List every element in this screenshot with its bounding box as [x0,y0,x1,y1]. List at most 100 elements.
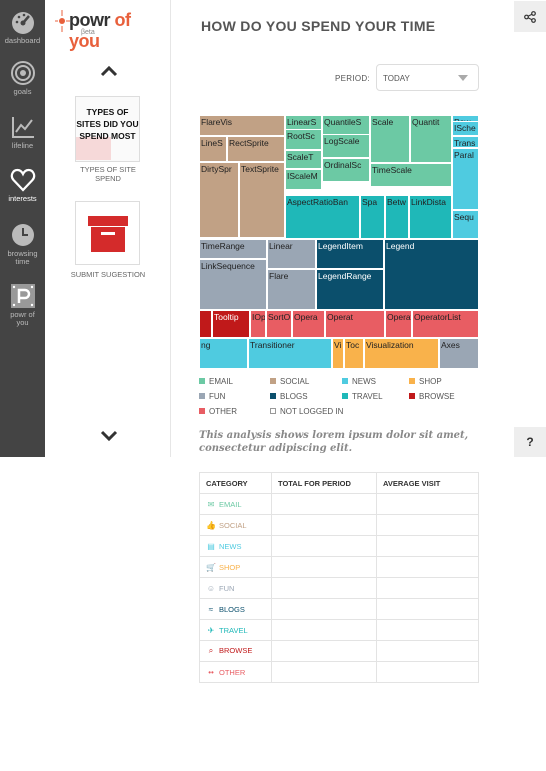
treemap-cell-email[interactable]: RootSc [285,129,322,150]
nav-item-browsing-time[interactable]: browsing time [0,222,45,266]
average-cell [376,640,479,662]
category-cell: 🛒 SHOP [199,556,272,578]
page-title: HOW DO YOU SPEND YOUR TIME [201,18,436,34]
treemap-cell-fun[interactable]: Linear [267,239,316,269]
treemap-cell-blogs[interactable]: Legend [384,239,479,310]
treemap-cell-travel[interactable]: AspectRatioBan [285,195,360,239]
envelope-icon: ✉ [207,499,215,509]
table-row[interactable]: ▤ NEWS [199,535,479,557]
brand-name-prefix: powr [69,10,115,30]
treemap-cell-shop[interactable]: Toc [344,338,364,369]
category-label: NEWS [219,541,242,551]
treemap-cell-fun[interactable]: Axes [439,338,479,369]
treemap-cell-news[interactable]: Trans [452,136,479,148]
treemap-cell-other[interactable]: OperatorList [412,310,479,338]
table-row[interactable]: 👍 SOCIAL [199,514,479,536]
treemap-cell-other[interactable]: Operat [325,310,385,338]
nav-item-goals[interactable]: goals [0,60,45,96]
nav-item-lifeline[interactable]: lifeline [0,114,45,150]
nav-item-dashboard[interactable]: dashboard [0,9,45,45]
category-label: EMAIL [219,499,242,509]
treemap-cell-browse[interactable]: Tooltip [212,310,250,338]
treemap-cell-email[interactable]: ScaleT [285,150,322,169]
treemap-cell-social[interactable]: TextSprite [239,162,285,238]
thumbs-up-icon: 👍 [206,520,216,530]
category-label: FUN [219,583,235,593]
legend-swatch [409,393,415,399]
legend-item-blogs: BLOGS [270,392,308,401]
legend-item-fun: FUN [199,392,225,401]
treemap-cell-shop[interactable]: Visualization [364,338,439,369]
treemap-cell-travel[interactable]: Spa [360,195,385,239]
table-row[interactable]: 🛒 SHOP [199,556,479,578]
category-label: SOCIAL [219,520,247,530]
nav-item-powr-of-you[interactable]: powr of you [0,283,45,327]
help-button[interactable]: ? [514,427,546,457]
brand-logo[interactable]: powr of you βeta [55,8,165,51]
period-select[interactable]: TODAY [376,64,479,91]
treemap-cell-news[interactable]: Paral [452,148,479,210]
category-label: OTHER [219,667,246,677]
table-row[interactable]: ≈ BLOGS [199,598,479,620]
treemap-cell-other[interactable]: OperatorSe [385,310,412,338]
types-of-sites-card[interactable]: TYPES OF SITES DID YOU SPEND MOST [75,96,140,162]
table-row[interactable]: ✉ EMAIL [199,493,479,515]
treemap-cell-social[interactable]: DirtySpr [199,162,239,238]
chevron-up-icon[interactable] [100,65,118,77]
average-cell [376,577,479,599]
treemap-cell-blogs[interactable]: LegendItem [316,239,384,269]
legend-label: FUN [209,392,226,401]
total-cell [271,556,377,578]
treemap-cell-social[interactable]: RectSprite [227,136,285,162]
legend-swatch [199,378,205,384]
table-body: ✉ EMAIL 👍 SOCIAL ▤ NEWS 🛒 SHOP ☺ FUN ≈ BLOGS ✈ TRAVEL… [199,493,479,683]
treemap-cell-news[interactable]: Sequ [452,210,479,239]
nav-item-interests[interactable]: interests [0,167,45,203]
archive-box-icon [88,216,128,252]
treemap-cell-travel[interactable]: LinkDista [409,195,452,239]
category-label: TRAVEL [219,625,248,635]
table-row[interactable]: ⌕ BROWSE [199,640,479,662]
treemap-cell-fun[interactable]: TimeRange [199,239,267,259]
share-button[interactable] [514,1,546,32]
treemap-cell-email[interactable]: IScaleM [285,169,322,190]
total-cell [271,619,377,641]
line-chart-icon [11,117,34,138]
treemap-cell-fun[interactable]: LinkSequence [199,259,267,310]
treemap-cell-email[interactable]: Quantit [410,115,452,163]
treemap-cell-email[interactable]: LogScale [322,134,370,158]
treemap-cell-social[interactable]: FlareVis [199,115,285,136]
table-row[interactable]: ☺ FUN [199,577,479,599]
treemap-cell-other[interactable]: IOp [250,310,266,338]
treemap-cell-browse[interactable] [199,310,212,338]
treemap-cell-travel[interactable]: Betw [385,195,409,239]
submit-suggestion-card[interactable] [75,201,140,265]
legend-swatch [199,408,205,414]
treemap-cell-shop[interactable]: Vi [332,338,344,369]
treemap-cell-email[interactable]: TimeScale [370,163,452,187]
legend-swatch [342,378,348,384]
types-of-sites-text: TYPES OF SITES DID YOU SPEND MOST [76,107,139,141]
treemap-cell-news[interactable]: Transitioner [248,338,332,369]
treemap-cell-blogs[interactable]: LegendRange [316,269,384,310]
chevron-down-icon[interactable] [100,430,118,442]
cart-icon: 🛒 [206,562,216,572]
treemap-cell-social[interactable]: LineS [199,136,227,162]
search-icon: ⌕ [208,646,214,655]
treemap-cell-fun[interactable]: Flare [267,269,316,310]
treemap-cell-email[interactable]: OrdinalSc [322,158,370,182]
treemap-cell-other[interactable]: SortO [266,310,292,338]
treemap-cell-email[interactable]: Scale [370,115,410,163]
legend-label: SOCIAL [280,377,310,386]
average-cell [376,535,479,557]
average-cell [376,493,479,515]
table-row[interactable]: •• OTHER [199,661,479,683]
treemap-cell-other[interactable]: Opera [292,310,325,338]
clock-icon [11,224,34,246]
treemap-cell-email[interactable]: QuantileS [322,115,370,136]
category-column: powr of you βeta TYPES OF SITES DID YOU … [45,0,171,457]
table-row[interactable]: ✈ TRAVEL [199,619,479,641]
treemap-cell-news[interactable]: ISche [452,121,479,136]
legend-item-social: SOCIAL [270,377,309,386]
treemap-cell-news[interactable]: ng [199,338,248,369]
